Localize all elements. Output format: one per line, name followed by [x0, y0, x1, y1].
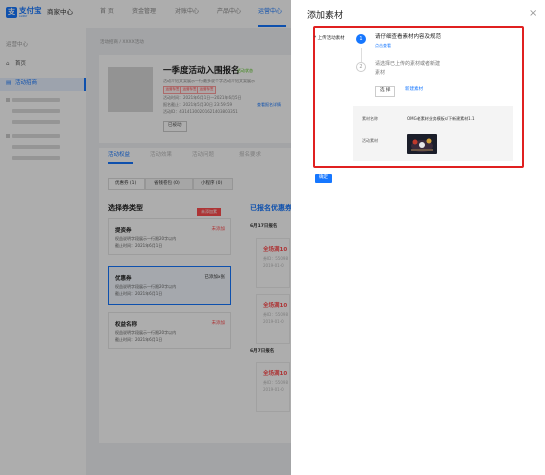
- new-material-link[interactable]: 新建素材: [405, 87, 423, 93]
- confirm-button[interactable]: 确定: [315, 174, 332, 183]
- material-name-label: 素材名称: [362, 116, 378, 121]
- activity-material-label: 活动素材: [362, 138, 378, 143]
- step-1-title: 请仔细查看素材内容及规范: [375, 34, 442, 40]
- material-thumbnail-graphic: [407, 134, 437, 154]
- close-icon[interactable]: ×: [529, 9, 537, 19]
- step-1-indicator: 1: [356, 34, 366, 44]
- step-2-indicator: 2: [356, 62, 366, 72]
- choose-button[interactable]: 选 择: [375, 86, 396, 97]
- view-spec-link[interactable]: 点击查看: [375, 44, 391, 48]
- material-thumbnail-image[interactable]: [407, 134, 437, 154]
- modal-mask[interactable]: [0, 0, 291, 475]
- material-name-value: OMG老素材业务模板s/下新建素材1.1: [407, 116, 475, 121]
- step-connector: [361, 48, 362, 62]
- add-material-drawer: 添加素材 × * 上传活动素材 1 请仔细查看素材内容及规范 点击查看 2 请选…: [291, 0, 545, 475]
- drawer-title: 添加素材: [307, 11, 344, 21]
- upload-material-label: * 上传活动素材: [314, 36, 345, 41]
- step-2-title-line2: 素材: [375, 70, 386, 76]
- step-2-title-line1: 请选择已上传的素材或者新建: [375, 61, 441, 67]
